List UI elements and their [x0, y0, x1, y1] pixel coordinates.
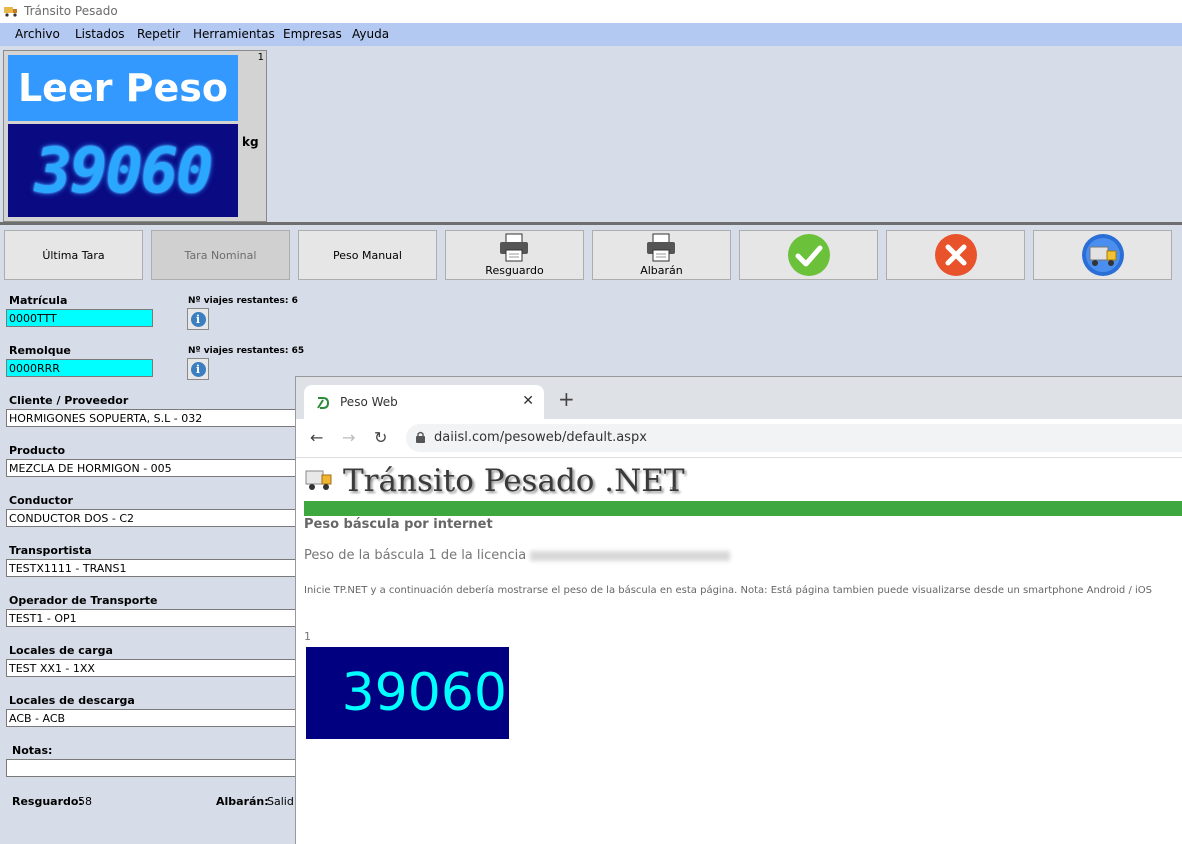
remolque-field[interactable]: 0000RRR [6, 359, 153, 377]
locales-descarga-field[interactable]: ACB - ACB [6, 709, 296, 727]
favicon-icon [317, 397, 330, 409]
web-scale-index: 1 [304, 630, 311, 643]
weight-display: 39060 [8, 124, 238, 217]
trademark: ™ [669, 486, 676, 494]
info-icon: i [190, 361, 206, 377]
tara-nominal-button[interactable]: Tara Nominal [151, 230, 290, 280]
remolque-trips: Nº viajes restantes: 65 [188, 346, 305, 356]
peso-manual-button[interactable]: Peso Manual [298, 230, 437, 280]
menu-empresas[interactable]: Empresas [283, 27, 342, 41]
ultima-tara-label: Última Tara [42, 248, 105, 262]
operador-field[interactable]: TEST1 - OP1 [6, 609, 296, 627]
weight-unit: kg [242, 135, 259, 149]
accept-button[interactable] [739, 230, 878, 280]
url-text: daiisl.com/pesoweb/default.aspx [434, 430, 647, 445]
truck-button[interactable] [1033, 230, 1172, 280]
address-bar[interactable]: daiisl.com/pesoweb/default.aspx [406, 424, 1182, 452]
tab-title: Peso Web [340, 395, 398, 409]
remolque-info-button[interactable]: i [187, 358, 209, 380]
notas-label: Notas: [12, 744, 53, 757]
new-tab-icon[interactable]: + [558, 387, 575, 411]
tab-strip: Peso Web ✕ + [296, 377, 1182, 419]
info-icon: i [190, 311, 206, 327]
resguardo-label: Resguardo [485, 264, 544, 277]
resguardo-number: 58 [78, 795, 92, 808]
menu-listados[interactable]: Listados [75, 27, 125, 41]
producto-field[interactable]: MEZCLA DE HORMIGON - 005 [6, 459, 296, 477]
license-blurred [530, 550, 731, 561]
truck-logo-icon [305, 470, 332, 490]
menu-repetir[interactable]: Repetir [137, 27, 180, 41]
green-bar [304, 501, 1182, 516]
matricula-label: Matrícula [9, 294, 68, 307]
web-weight-display: 39060 [306, 647, 509, 739]
notas-field[interactable] [6, 759, 296, 777]
close-icon [934, 234, 977, 276]
back-icon[interactable]: ← [310, 428, 323, 447]
albaran-label: Albarán [640, 264, 683, 277]
remolque-label: Remolque [9, 344, 71, 357]
separator [0, 222, 1182, 225]
operador-label: Operador de Transporte [9, 594, 158, 607]
web-heading: Peso báscula por internet [304, 517, 493, 532]
peso-manual-label: Peso Manual [333, 248, 402, 262]
browser-window: Peso Web ✕ + ← → ↻ daiisl.com/pesoweb/de… [295, 376, 1182, 844]
window-title: Tránsito Pesado [24, 4, 118, 18]
brand-title: Tránsito Pesado .NET [343, 463, 685, 499]
albaran-number-label: Albarán: [216, 795, 269, 808]
web-subtitle: Peso de la báscula 1 de la licencia [304, 548, 731, 563]
reload-icon[interactable]: ↻ [374, 428, 387, 447]
ultima-tara-button[interactable]: Última Tara [4, 230, 143, 280]
menu-herramientas[interactable]: Herramientas [193, 27, 275, 41]
matricula-trips: Nº viajes restantes: 6 [188, 296, 298, 306]
printer-icon [647, 233, 675, 262]
scale-index: 1 [257, 52, 264, 63]
menu-archivo[interactable]: Archivo [15, 27, 60, 41]
truck-icon [4, 7, 17, 17]
albaran-button[interactable]: Albarán [592, 230, 731, 280]
matricula-field[interactable]: 0000TTT [6, 309, 153, 327]
albaran-number: Salid [267, 795, 294, 808]
conductor-field[interactable]: CONDUCTOR DOS - C2 [6, 509, 296, 527]
printer-icon [500, 233, 528, 262]
truck-globe-icon [1081, 234, 1124, 276]
tara-nominal-label: Tara Nominal [184, 248, 257, 262]
tab-peso-web[interactable]: Peso Web ✕ [304, 385, 544, 419]
locales-carga-field[interactable]: TEST XX1 - 1XX [6, 659, 296, 677]
scale-panel: 1 Leer Peso 39060 [3, 50, 267, 222]
menu-ayuda[interactable]: Ayuda [352, 27, 389, 41]
transportista-field[interactable]: TESTX1111 - TRANS1 [6, 559, 296, 577]
nav-bar: ← → ↻ daiisl.com/pesoweb/default.aspx [296, 419, 1182, 458]
read-weight-button[interactable]: Leer Peso [8, 55, 238, 121]
producto-label: Producto [9, 444, 66, 457]
title-bar: Tránsito Pesado [0, 0, 1182, 23]
checkmark-icon [787, 234, 830, 276]
transportista-label: Transportista [9, 544, 92, 557]
forward-icon[interactable]: → [342, 428, 355, 447]
locales-descarga-label: Locales de descarga [9, 694, 135, 707]
cancel-button[interactable] [886, 230, 1025, 280]
menu-bar: Archivo Listados Repetir Herramientas Em… [0, 23, 1182, 46]
cliente-field[interactable]: HORMIGONES SOPUERTA, S.L - 032 [6, 409, 296, 427]
close-tab-icon[interactable]: ✕ [522, 393, 534, 409]
resguardo-number-label: Resguardo: [12, 795, 83, 808]
cliente-label: Cliente / Proveedor [9, 394, 129, 407]
locales-carga-label: Locales de carga [9, 644, 113, 657]
resguardo-button[interactable]: Resguardo [445, 230, 584, 280]
web-subtitle-text: Peso de la báscula 1 de la licencia [304, 548, 527, 563]
lock-icon [416, 431, 425, 443]
web-note: Inicie TP.NET y a continuación debería m… [304, 585, 1153, 596]
conductor-label: Conductor [9, 494, 73, 507]
matricula-info-button[interactable]: i [187, 308, 209, 330]
